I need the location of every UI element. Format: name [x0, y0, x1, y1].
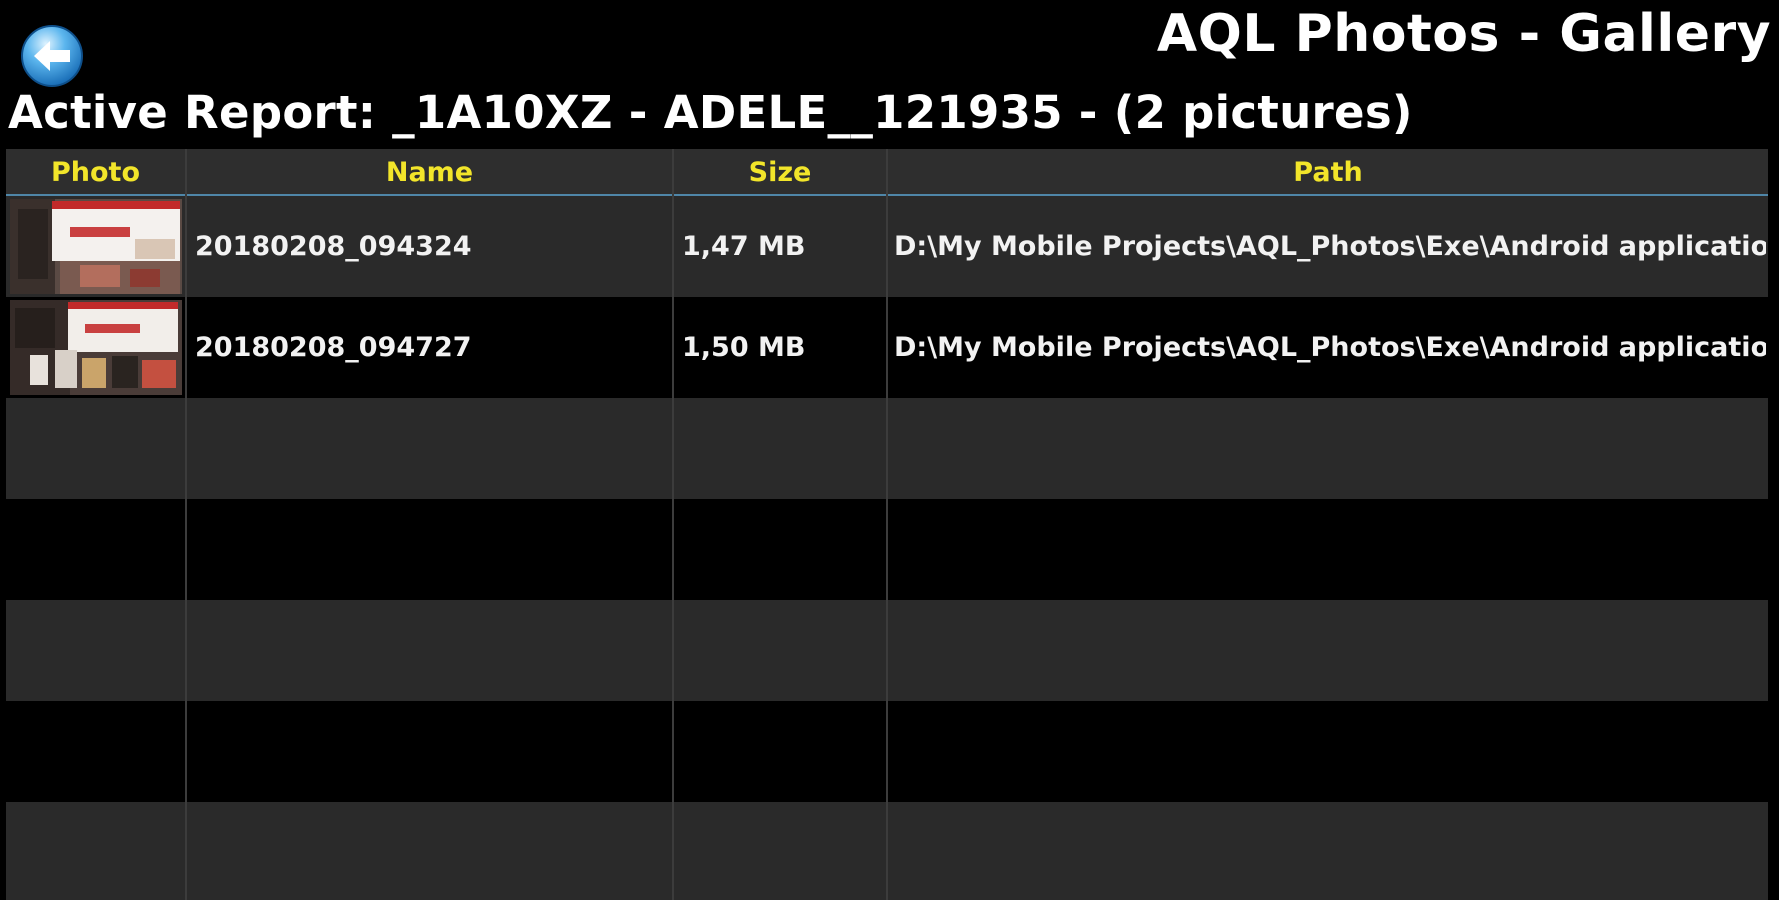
column-header-path[interactable]: Path: [888, 149, 1768, 194]
photo-name: 20180208_094324: [195, 231, 472, 262]
column-divider: [185, 149, 187, 900]
back-arrow-icon: [21, 25, 83, 87]
app-title: AQL Photos - Gallery: [1156, 4, 1771, 64]
photo-size: 1,50 MB: [682, 332, 806, 363]
photo-name: 20180208_094727: [195, 332, 472, 363]
column-divider: [672, 149, 674, 900]
back-button[interactable]: [20, 24, 84, 88]
column-header-name[interactable]: Name: [187, 149, 672, 194]
photo-thumbnail[interactable]: [10, 199, 182, 294]
column-header-size[interactable]: Size: [674, 149, 886, 194]
column-header-photo[interactable]: Photo: [6, 149, 185, 194]
photo-thumbnail[interactable]: [10, 300, 182, 395]
photo-gallery-table: Photo Name Size Path 20180208_094324 1,4…: [6, 149, 1768, 900]
column-divider: [886, 149, 888, 900]
active-report-label: Active Report: _1A10XZ - ADELE__121935 -…: [8, 86, 1413, 139]
photo-path: D:\My Mobile Projects\AQL_Photos\Exe\And…: [894, 332, 1766, 363]
photo-size: 1,47 MB: [682, 231, 806, 262]
photo-path: D:\My Mobile Projects\AQL_Photos\Exe\And…: [894, 231, 1766, 262]
